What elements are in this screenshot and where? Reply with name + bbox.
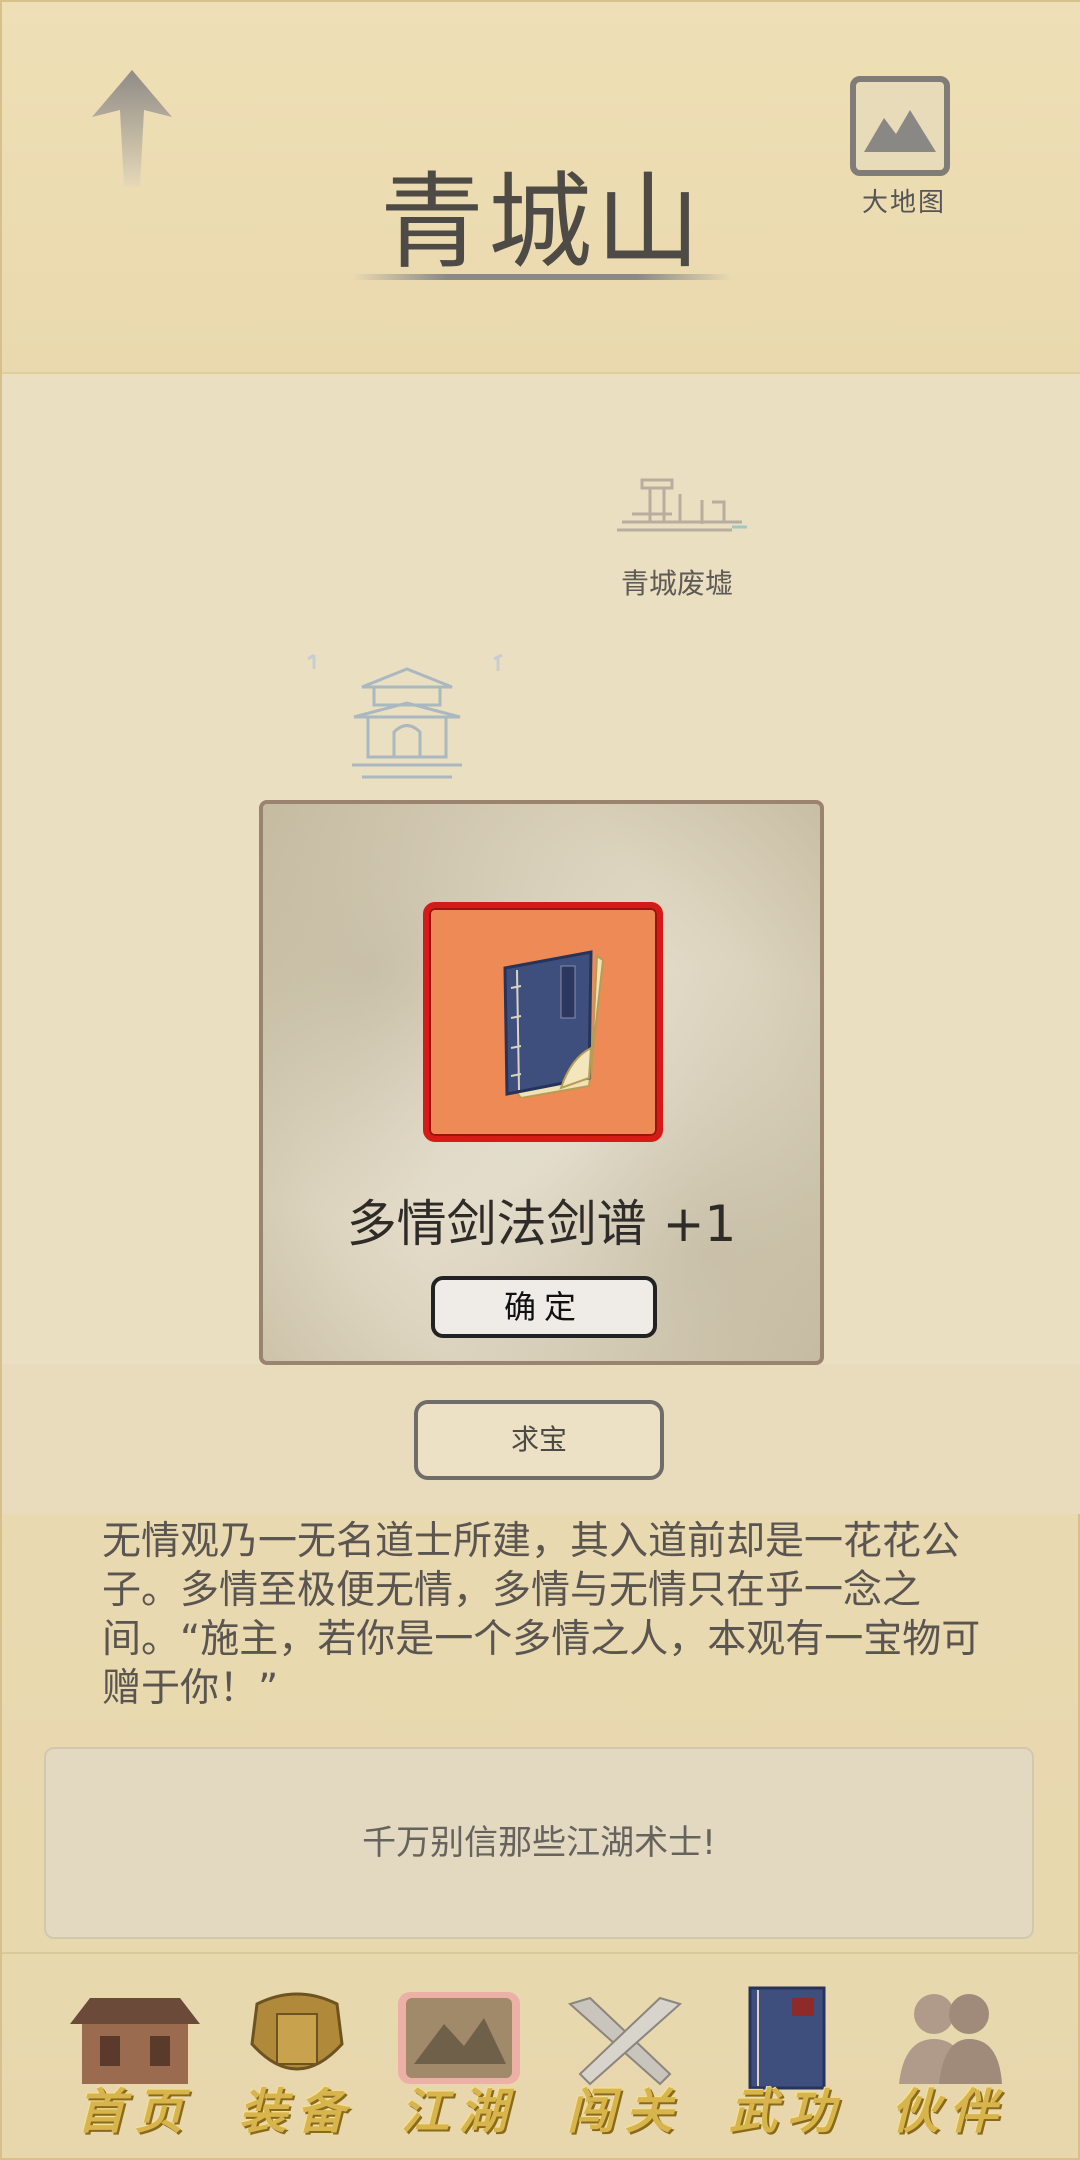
temple-location[interactable]: [302, 647, 512, 797]
bottom-nav: 首页 装备 江湖 闯关 武功 伙伴: [2, 1952, 1080, 2160]
title-underline: [352, 274, 732, 280]
reward-item-frame: [423, 902, 663, 1142]
game-screen: 青城山 大地图 青城废墟 多情剑法剑谱 +1 确定 求宝 无情观乃一无名道士所建…: [0, 0, 1080, 2160]
header: 青城山 大地图: [2, 2, 1080, 374]
nav-jianghu-label: 江湖: [400, 2084, 517, 2140]
reward-text: 多情剑法剑谱 +1: [346, 1195, 737, 1253]
nav-martial-arts[interactable]: 武功: [712, 1984, 862, 2140]
ruins-icon: [617, 478, 747, 532]
nav-equipment-label: 装备: [238, 2084, 355, 2140]
nav-home[interactable]: 首页: [60, 1984, 210, 2140]
page-title: 青城山: [379, 161, 704, 283]
nav-challenge[interactable]: 闯关: [550, 1984, 700, 2140]
world-map-button[interactable]: 大地图: [850, 76, 960, 226]
mountain-icon: [850, 76, 950, 176]
nav-partners-label: 伙伴: [890, 2084, 1007, 2140]
confirm-button[interactable]: 确定: [431, 1276, 657, 1338]
nav-partners[interactable]: 伙伴: [874, 1984, 1024, 2140]
tip-box: 千万别信那些江湖术士!: [44, 1747, 1034, 1939]
temple-icon: [307, 653, 503, 779]
nav-martial-arts-label: 武功: [728, 2084, 845, 2140]
ruins-location[interactable]: [612, 472, 752, 542]
up-arrow-icon: [92, 70, 172, 187]
nav-challenge-label: 闯关: [566, 2084, 683, 2140]
nav-equipment[interactable]: 装备: [222, 1984, 372, 2140]
nav-jianghu[interactable]: 江湖: [384, 1984, 534, 2140]
back-button[interactable]: [82, 62, 182, 192]
story-text: 无情观乃一无名道士所建，其入道前却是一花花公子。多情至极便无情，多情与无情只在乎…: [102, 1519, 981, 1711]
book-icon: [491, 948, 611, 1100]
seek-treasure-button[interactable]: 求宝: [414, 1400, 664, 1480]
reward-dialog: 多情剑法剑谱 +1 确定: [259, 800, 824, 1365]
world-map-label: 大地图: [861, 188, 946, 218]
ruins-label: 青城废墟: [620, 567, 733, 600]
nav-home-label: 首页: [76, 2084, 193, 2140]
